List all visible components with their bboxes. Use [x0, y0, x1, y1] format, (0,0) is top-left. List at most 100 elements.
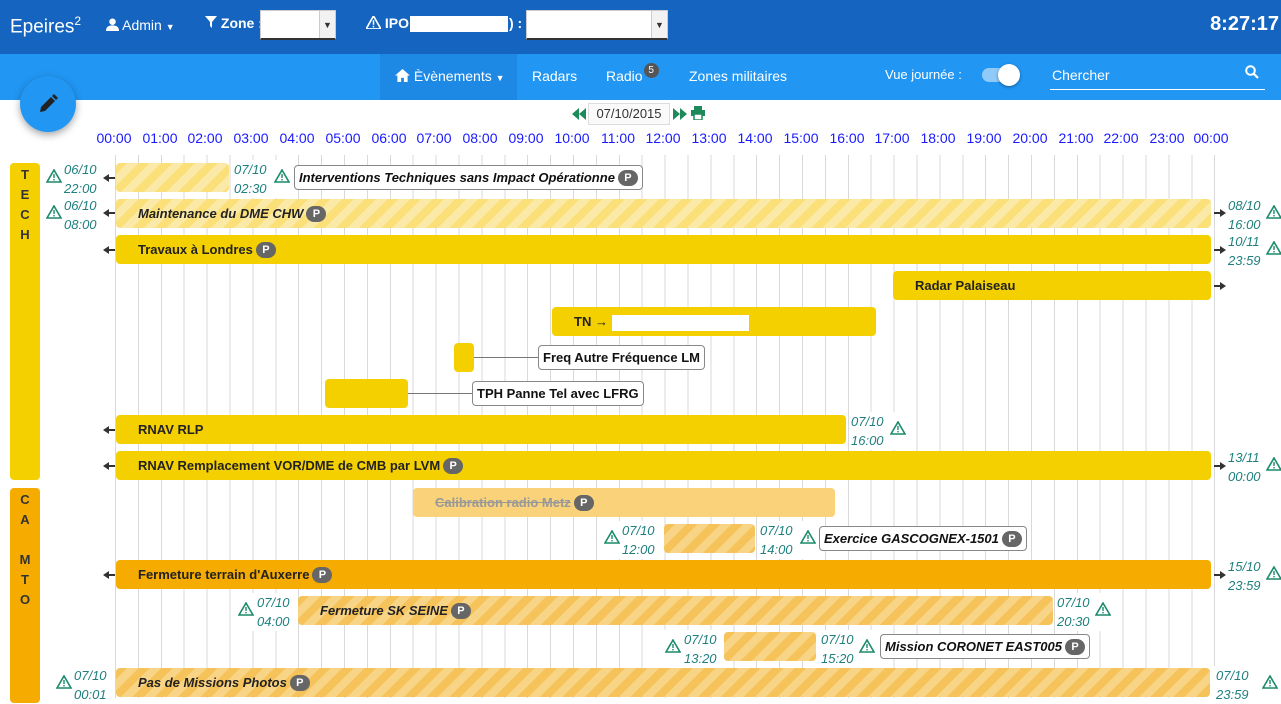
create-event-button[interactable] [20, 76, 76, 132]
search-icon[interactable] [1245, 65, 1259, 79]
arrow-left-icon [103, 462, 115, 470]
connector-line [474, 357, 538, 358]
print-icon[interactable] [691, 106, 705, 120]
event-end-datetime: 07/10 23:59 [1214, 666, 1281, 704]
hour-tick: 19:00 [966, 130, 1002, 146]
arrow-left-icon [103, 246, 115, 254]
warning-icon [56, 675, 72, 689]
brand-version: 2 [74, 14, 82, 28]
hour-tick: 05:00 [325, 130, 361, 146]
redacted-field [612, 315, 749, 331]
tab-radio[interactable]: Radio 5 [606, 54, 659, 100]
hour-tick: 17:00 [874, 130, 910, 146]
tab-evenements[interactable]: Èvènements ▼ [380, 54, 517, 100]
chevron-down-icon: ▼ [651, 11, 667, 38]
category-tech[interactable]: TECH [10, 163, 40, 480]
ipo-separator: ) : [509, 15, 523, 31]
event-bar[interactable] [454, 343, 474, 372]
arrow-right-icon [1214, 209, 1226, 217]
hour-tick: 15:00 [783, 130, 819, 146]
ipo-select[interactable]: ▼ [526, 10, 668, 40]
current-date[interactable]: 07/10/2015 [588, 103, 670, 125]
warning-icon [800, 530, 816, 544]
event-bar[interactable]: Maintenance du DME CHW P [116, 199, 1211, 228]
category-camto[interactable]: CAMTO [10, 488, 40, 703]
event-bar[interactable] [325, 379, 408, 408]
event-bar[interactable] [724, 632, 816, 661]
p-badge: P [289, 675, 310, 691]
hour-tick: 16:00 [829, 130, 865, 146]
event-label[interactable]: Exercice GASCOGNEX-1501 P [819, 526, 1027, 551]
next-day-icon[interactable] [673, 108, 687, 120]
warning-icon [665, 639, 681, 653]
app-brand[interactable]: Epeires2 [10, 14, 81, 38]
event-bar[interactable]: Pas de Missions Photos P [116, 668, 1210, 697]
event-start-datetime: 06/10 08:00 [44, 196, 102, 234]
user-menu[interactable]: Admin ▼ [106, 17, 175, 33]
p-badge: P [450, 603, 471, 619]
warning-icon [238, 602, 254, 616]
event-bar[interactable]: Calibration radio Metz P [413, 488, 835, 517]
radio-count-badge: 5 [643, 63, 659, 78]
tab-label: Zones militaires [689, 68, 788, 84]
zone-filter-label: Zone : [205, 15, 263, 31]
search-input[interactable]: Chercher [1050, 64, 1265, 90]
hour-tick: 12:00 [645, 130, 681, 146]
event-label[interactable]: Interventions Techniques sans Impact Opé… [294, 165, 643, 190]
hour-tick: 11:00 [601, 130, 635, 146]
event-bar[interactable]: RNAV RLP [116, 415, 846, 444]
event-bar[interactable] [664, 524, 755, 553]
tab-label: Radio [606, 68, 643, 84]
hour-tick: 09:00 [508, 130, 544, 146]
event-bar[interactable]: Fermeture terrain d'Auxerre P [116, 560, 1211, 589]
search-placeholder: Chercher [1052, 67, 1110, 83]
warning-icon [1266, 205, 1281, 219]
warning-icon [274, 169, 290, 183]
event-start-datetime: 07/10 12:00 [602, 521, 660, 559]
p-badge: P [306, 206, 327, 222]
pencil-icon [40, 94, 58, 112]
ipo-name-field [410, 16, 508, 32]
arrow-right-icon [1214, 282, 1226, 290]
chevron-down-icon: ▼ [319, 11, 335, 38]
hour-tick: 00:00 [96, 130, 132, 146]
event-bar[interactable] [116, 163, 229, 192]
warning-icon [1266, 241, 1281, 255]
day-view-toggle[interactable] [982, 64, 1020, 86]
toggle-knob [998, 64, 1020, 86]
arrow-left-icon [103, 571, 115, 579]
filter-icon [205, 16, 217, 28]
p-badge: P [1064, 639, 1085, 655]
event-label[interactable]: Mission CORONET EAST005 P [880, 634, 1090, 659]
brand-name: Epeires [10, 16, 75, 38]
warning-icon [604, 530, 620, 544]
hour-tick: 01:00 [142, 130, 178, 146]
arrow-left-icon [103, 174, 115, 182]
warning-icon [1266, 457, 1281, 471]
event-end-datetime: 15/10 23:59 [1226, 557, 1281, 595]
p-badge: P [573, 495, 594, 511]
p-badge: P [617, 170, 638, 186]
warning-icon [364, 14, 383, 30]
hour-tick: 04:00 [279, 130, 315, 146]
event-label[interactable]: Freq Autre Fréquence LM [538, 345, 705, 370]
user-name: Admin [122, 17, 162, 33]
tab-zones-militaires[interactable]: Zones militaires [689, 54, 787, 100]
event-bar[interactable]: Travaux à Londres P [116, 235, 1211, 264]
hour-tick: 00:00 [1193, 130, 1229, 146]
arrow-right-icon [1214, 246, 1226, 254]
zone-select[interactable]: ▼ [260, 10, 336, 40]
event-end-datetime: 13/11 00:00 [1226, 448, 1281, 486]
event-bar[interactable]: RNAV Remplacement VOR/DME de CMB par LVM… [116, 451, 1211, 480]
event-bar[interactable]: Fermeture SK SEINE P [298, 596, 1053, 625]
previous-day-icon[interactable] [572, 108, 586, 120]
home-icon [395, 69, 410, 82]
hour-tick: 22:00 [1103, 130, 1139, 146]
event-bar[interactable]: Radar Palaiseau [893, 271, 1211, 300]
hour-axis: 00:00 01:00 02:00 03:00 04:00 05:00 06:0… [0, 130, 1281, 148]
event-end-datetime: 08/10 16:00 [1226, 196, 1281, 234]
event-label[interactable]: TPH Panne Tel avec LFRG [472, 381, 644, 406]
clock: 8:27:17 [1210, 13, 1279, 35]
arrow-left-icon [103, 426, 115, 434]
tab-radars[interactable]: Radars [532, 54, 577, 100]
